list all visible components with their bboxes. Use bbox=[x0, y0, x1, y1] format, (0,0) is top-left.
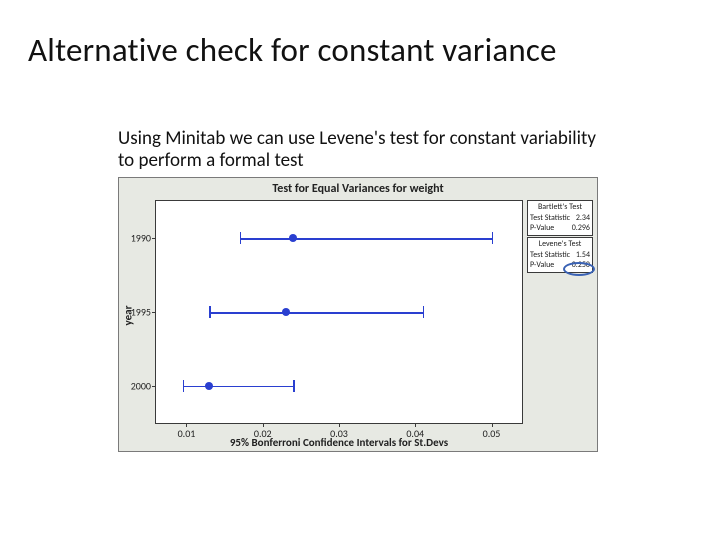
pval-label: P-Value bbox=[530, 223, 554, 233]
ci-1995-line bbox=[209, 312, 422, 314]
page-title: Alternative check for constant variance bbox=[28, 30, 557, 70]
bartlett-box: Bartlett's Test Test Statistic 2.34 P-Val… bbox=[527, 200, 593, 236]
plot-area: 1990 1995 2000 0.01 0.02 0.03 0.04 0.05 bbox=[155, 200, 523, 424]
y-tick-mark bbox=[152, 386, 156, 387]
bartlett-stat: 2.34 bbox=[576, 213, 590, 223]
levene-stat: 1.54 bbox=[576, 250, 590, 260]
levene-box: Levene's Test Test Statistic 1.54 P-Value… bbox=[527, 237, 593, 273]
ci-1990-line bbox=[240, 238, 492, 240]
ci-2000-point bbox=[205, 382, 213, 390]
ci-1995-cap-r bbox=[423, 306, 425, 318]
levene-title: Levene's Test bbox=[530, 239, 590, 250]
y-tick-mark bbox=[152, 238, 156, 239]
ci-1990-point bbox=[289, 234, 297, 242]
page-subtitle: Using Minitab we can use Levene's test f… bbox=[118, 128, 598, 172]
stat-label: Test Statistic bbox=[530, 213, 570, 223]
stat-label: Test Statistic bbox=[530, 250, 570, 260]
test-results-panel: Bartlett's Test Test Statistic 2.34 P-Val… bbox=[527, 200, 593, 274]
ci-2000-cap-l bbox=[183, 380, 185, 392]
levene-pval: 0.250 bbox=[572, 260, 590, 270]
pval-label: P-Value bbox=[530, 260, 554, 270]
bartlett-pval: 0.296 bbox=[572, 223, 590, 233]
ci-2000-line bbox=[183, 386, 294, 388]
x-axis-label: 95% Bonferroni Confidence Intervals for … bbox=[155, 436, 523, 449]
ci-1995-point bbox=[282, 308, 290, 316]
y-tick-mark bbox=[152, 312, 156, 313]
bartlett-title: Bartlett's Test bbox=[530, 202, 590, 213]
chart-title: Test for Equal Variances for weight bbox=[119, 182, 597, 196]
ci-1995-cap-l bbox=[209, 306, 211, 318]
ci-1990-cap-r bbox=[492, 232, 494, 244]
ci-1990-cap-l bbox=[240, 232, 242, 244]
minitab-chart: Test for Equal Variances for weight year… bbox=[118, 177, 598, 452]
ci-2000-cap-r bbox=[293, 380, 295, 392]
